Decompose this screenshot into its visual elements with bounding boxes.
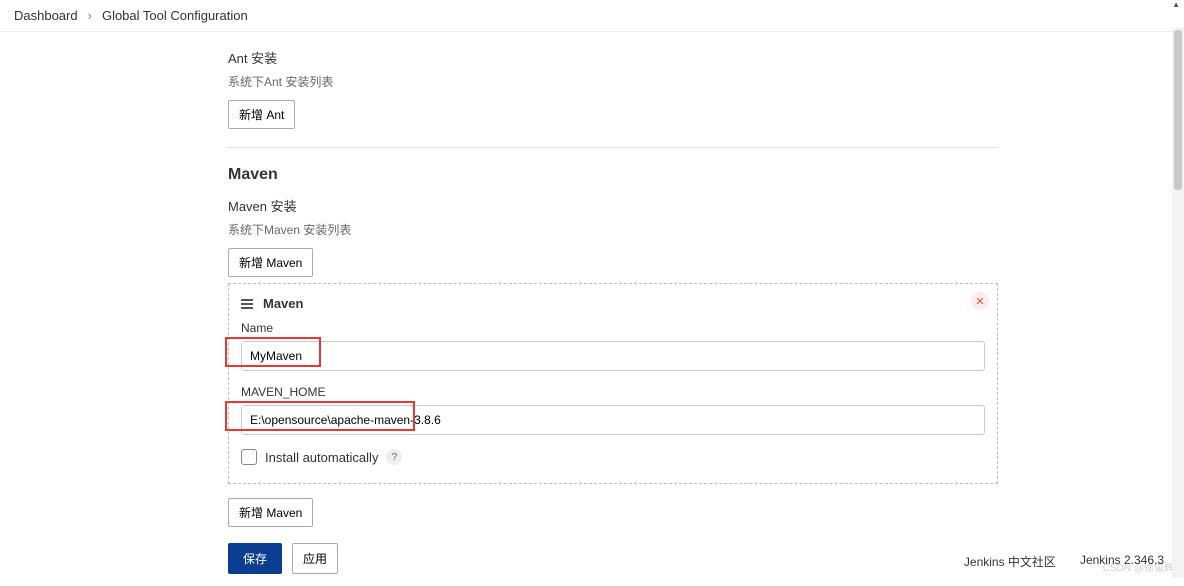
breadcrumb-current[interactable]: Global Tool Configuration bbox=[102, 8, 248, 23]
install-auto-label: Install automatically bbox=[265, 450, 378, 465]
maven-hint: 系统下Maven 安装列表 bbox=[228, 221, 1000, 238]
watermark: CSDN @徐俊辉 bbox=[1103, 559, 1174, 574]
add-maven-button-bottom[interactable]: 新增 Maven bbox=[228, 498, 313, 527]
scroll-up-arrow[interactable]: ▲ bbox=[1172, 0, 1180, 9]
ant-hint: 系统下Ant 安装列表 bbox=[228, 73, 1000, 90]
save-button[interactable]: 保存 bbox=[228, 543, 282, 574]
maven-title: Maven bbox=[228, 166, 1000, 184]
name-label: Name bbox=[241, 321, 985, 335]
maven-home-label: MAVEN_HOME bbox=[241, 385, 985, 399]
chevron-right-icon: › bbox=[88, 8, 92, 23]
breadcrumb: Dashboard › Global Tool Configuration bbox=[0, 0, 1184, 32]
add-maven-button-top[interactable]: 新增 Maven bbox=[228, 248, 313, 277]
footer-community[interactable]: Jenkins 中文社区 bbox=[964, 553, 1056, 570]
scrollbar[interactable] bbox=[1172, 28, 1184, 578]
main-content: Ant 安装 系统下Ant 安装列表 新增 Ant Maven Maven 安装… bbox=[0, 32, 1000, 586]
close-icon[interactable]: ✕ bbox=[971, 292, 989, 310]
maven-section-label: Maven 安装 bbox=[228, 196, 1000, 215]
install-auto-checkbox[interactable] bbox=[241, 449, 257, 465]
breadcrumb-home[interactable]: Dashboard bbox=[14, 8, 78, 23]
scrollbar-thumb[interactable] bbox=[1174, 30, 1182, 190]
apply-button[interactable]: 应用 bbox=[292, 543, 338, 574]
maven-home-input[interactable] bbox=[241, 405, 985, 435]
add-ant-button[interactable]: 新增 Ant bbox=[228, 100, 295, 129]
drag-handle-icon[interactable] bbox=[241, 299, 253, 309]
section-divider bbox=[228, 147, 998, 148]
maven-install-panel: Maven ✕ Name MAVEN_HOME Install automati… bbox=[228, 283, 998, 484]
panel-heading: Maven bbox=[263, 296, 303, 311]
name-input[interactable] bbox=[241, 341, 985, 371]
ant-section-label: Ant 安装 bbox=[228, 48, 1000, 67]
help-icon[interactable]: ? bbox=[386, 449, 402, 465]
